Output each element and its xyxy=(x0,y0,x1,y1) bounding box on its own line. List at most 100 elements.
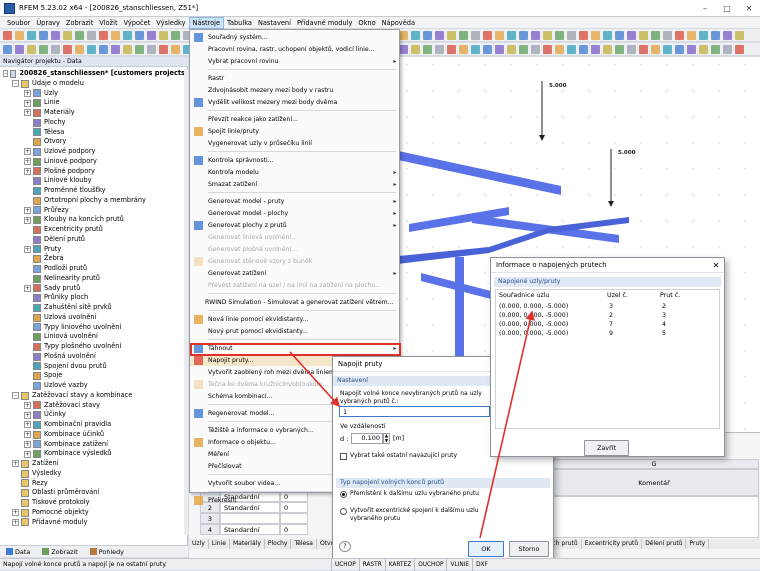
toolbar-tool-icon[interactable] xyxy=(711,44,720,54)
table-tab[interactable]: Pruty xyxy=(686,539,710,549)
table-cell[interactable] xyxy=(280,513,308,524)
tree-item[interactable]: + Pomocné objekty xyxy=(0,508,188,518)
toolbar-tool-icon[interactable] xyxy=(507,30,516,40)
menu-edit[interactable]: Úpravy xyxy=(33,17,63,29)
toolbar-tool-icon[interactable] xyxy=(471,30,480,40)
toolbar-tool-icon[interactable] xyxy=(627,44,636,54)
toolbar-tool-icon[interactable] xyxy=(615,30,624,40)
toolbar-tool-icon[interactable] xyxy=(495,30,504,40)
menu-tools[interactable]: Nástroje xyxy=(188,16,225,29)
toolbar-tool-icon[interactable] xyxy=(435,44,444,54)
menu-calculate[interactable]: Výpočet xyxy=(121,17,154,29)
toolbar-tool-icon[interactable] xyxy=(111,44,120,54)
tree-item[interactable]: +Liniová uvolnění xyxy=(0,332,188,342)
tools-menu-item[interactable]: Rastr xyxy=(190,72,399,84)
toolbar-tool-icon[interactable] xyxy=(531,44,540,54)
tree-item[interactable]: + Zatížení xyxy=(0,459,188,469)
tree-item[interactable]: +Plochy xyxy=(0,118,188,128)
table-cell[interactable]: 0 xyxy=(280,524,308,535)
toolbar-tool-icon[interactable] xyxy=(147,30,156,40)
toolbar-tool-icon[interactable] xyxy=(687,44,696,54)
tree-item[interactable]: + Kombinace výsledků xyxy=(0,449,188,459)
status-snap[interactable]: UCHOP xyxy=(331,558,359,571)
toolbar-tool-icon[interactable] xyxy=(75,44,84,54)
tree-item[interactable]: +Typy liniového uvolnění xyxy=(0,323,188,333)
toolbar-tool-icon[interactable] xyxy=(123,30,132,40)
expand-icon[interactable]: + xyxy=(24,89,31,97)
tree-item[interactable]: +Uzlová uvolnění xyxy=(0,313,188,323)
expand-icon[interactable]: + xyxy=(12,518,19,526)
member-left[interactable] xyxy=(389,149,561,195)
tree-item[interactable]: +Proměnné tloušťky xyxy=(0,186,188,196)
toolbar-tool-icon[interactable] xyxy=(519,44,528,54)
toolbar-tool-icon[interactable] xyxy=(531,30,540,40)
tab-display[interactable]: Zobrazit xyxy=(36,548,84,556)
toolbar-tool-icon[interactable] xyxy=(459,30,468,40)
toolbar-tool-icon[interactable] xyxy=(39,30,48,40)
tree-item[interactable]: +Plošná uvolnění xyxy=(0,352,188,362)
tree-item[interactable]: + Materiály xyxy=(0,108,188,118)
toolbar-tool-icon[interactable] xyxy=(147,44,156,54)
toolbar-tool-icon[interactable] xyxy=(555,44,564,54)
status-cartesian[interactable]: KARTEZ xyxy=(384,558,414,571)
tools-menu-item[interactable]: Kontrola modelu ▸ xyxy=(190,166,399,178)
toolbar-tool-icon[interactable] xyxy=(39,44,48,54)
tree-item[interactable]: +Ortotropní plochy a membrány xyxy=(0,196,188,206)
menu-table[interactable]: Tabulka xyxy=(224,17,255,29)
tree-item[interactable]: +Excentricity prutů xyxy=(0,225,188,235)
menu-insert[interactable]: Vložit xyxy=(96,17,120,29)
tree-item[interactable]: + Pruty xyxy=(0,245,188,255)
toolbar-tool-icon[interactable] xyxy=(735,44,744,54)
tree-item[interactable]: + Uzlové podpory xyxy=(0,147,188,157)
members-input[interactable] xyxy=(339,406,490,417)
table-tab[interactable]: Tělesa xyxy=(291,539,317,549)
table-tab[interactable]: Linie xyxy=(209,539,230,549)
toolbar-tool-icon[interactable] xyxy=(99,30,108,40)
tools-menu-item[interactable]: Nový prut pomocí ekvidistanty... xyxy=(190,325,399,337)
tree-item[interactable]: +Výsledky xyxy=(0,469,188,479)
expand-icon[interactable]: + xyxy=(24,284,31,292)
tools-menu-item[interactable]: Spojit linie/pruty xyxy=(190,125,399,137)
tree-item[interactable]: + Linie xyxy=(0,98,188,108)
tree-item[interactable]: +Spoje xyxy=(0,371,188,381)
toolbar-tool-icon[interactable] xyxy=(399,30,408,40)
tree-item[interactable]: + Přídavné moduly xyxy=(0,518,188,528)
toolbar-tool-icon[interactable] xyxy=(591,30,600,40)
menu-view[interactable]: Zobrazit xyxy=(63,17,96,29)
toolbar-tool-icon[interactable] xyxy=(27,30,36,40)
toolbar-tool-icon[interactable] xyxy=(135,30,144,40)
tab-views[interactable]: Pohledy xyxy=(84,548,130,556)
toolbar-tool-icon[interactable] xyxy=(459,44,468,54)
toolbar-tool-icon[interactable] xyxy=(675,44,684,54)
toolbar-tool-icon[interactable] xyxy=(699,30,708,40)
cancel-button[interactable]: Storno xyxy=(509,541,549,557)
toolbar-tool-icon[interactable] xyxy=(99,44,108,54)
toolbar-tool-icon[interactable] xyxy=(627,30,636,40)
tree-item[interactable]: + Liniové podpory xyxy=(0,157,188,167)
tools-menu-item[interactable]: Smazat zatížení ▸ xyxy=(190,178,399,190)
menu-results[interactable]: Výsledky xyxy=(153,17,188,29)
expand-icon[interactable]: + xyxy=(24,401,31,409)
toolbar-tool-icon[interactable] xyxy=(75,30,84,40)
toolbar-tool-icon[interactable] xyxy=(123,44,132,54)
tools-menu-item[interactable]: Táhnout ▸ xyxy=(190,342,399,354)
expand-icon[interactable]: + xyxy=(24,440,31,448)
tree-item[interactable]: – Údaje o modelu xyxy=(0,79,188,89)
tools-menu-item[interactable]: Zdvojnásobit mezery mezi body v rastru xyxy=(190,84,399,96)
tree-item[interactable]: + Plošné podpory xyxy=(0,167,188,177)
minimize-button[interactable]: – xyxy=(694,4,716,13)
toolbar-tool-icon[interactable] xyxy=(411,30,420,40)
table-cell[interactable]: 4 xyxy=(200,524,220,535)
comment-cells[interactable] xyxy=(549,496,759,538)
tools-menu-item[interactable]: Kontrola správnosti... xyxy=(190,154,399,166)
distance-spinner[interactable]: ▲ ▼ xyxy=(383,433,390,444)
toolbar-tool-icon[interactable] xyxy=(471,44,480,54)
tree-item[interactable]: +Uzlové vazby xyxy=(0,381,188,391)
tree-item[interactable]: +Zahuštění sítě prvků xyxy=(0,303,188,313)
tree-item[interactable]: +Dělení prutů xyxy=(0,235,188,245)
tools-menu-item[interactable]: Generovat model - pruty ▸ xyxy=(190,195,399,207)
toolbar-tool-icon[interactable] xyxy=(399,44,408,54)
toolbar-tool-icon[interactable] xyxy=(651,30,660,40)
menu-window[interactable]: Okno xyxy=(355,17,378,29)
toolbar-tool-icon[interactable] xyxy=(507,44,516,54)
